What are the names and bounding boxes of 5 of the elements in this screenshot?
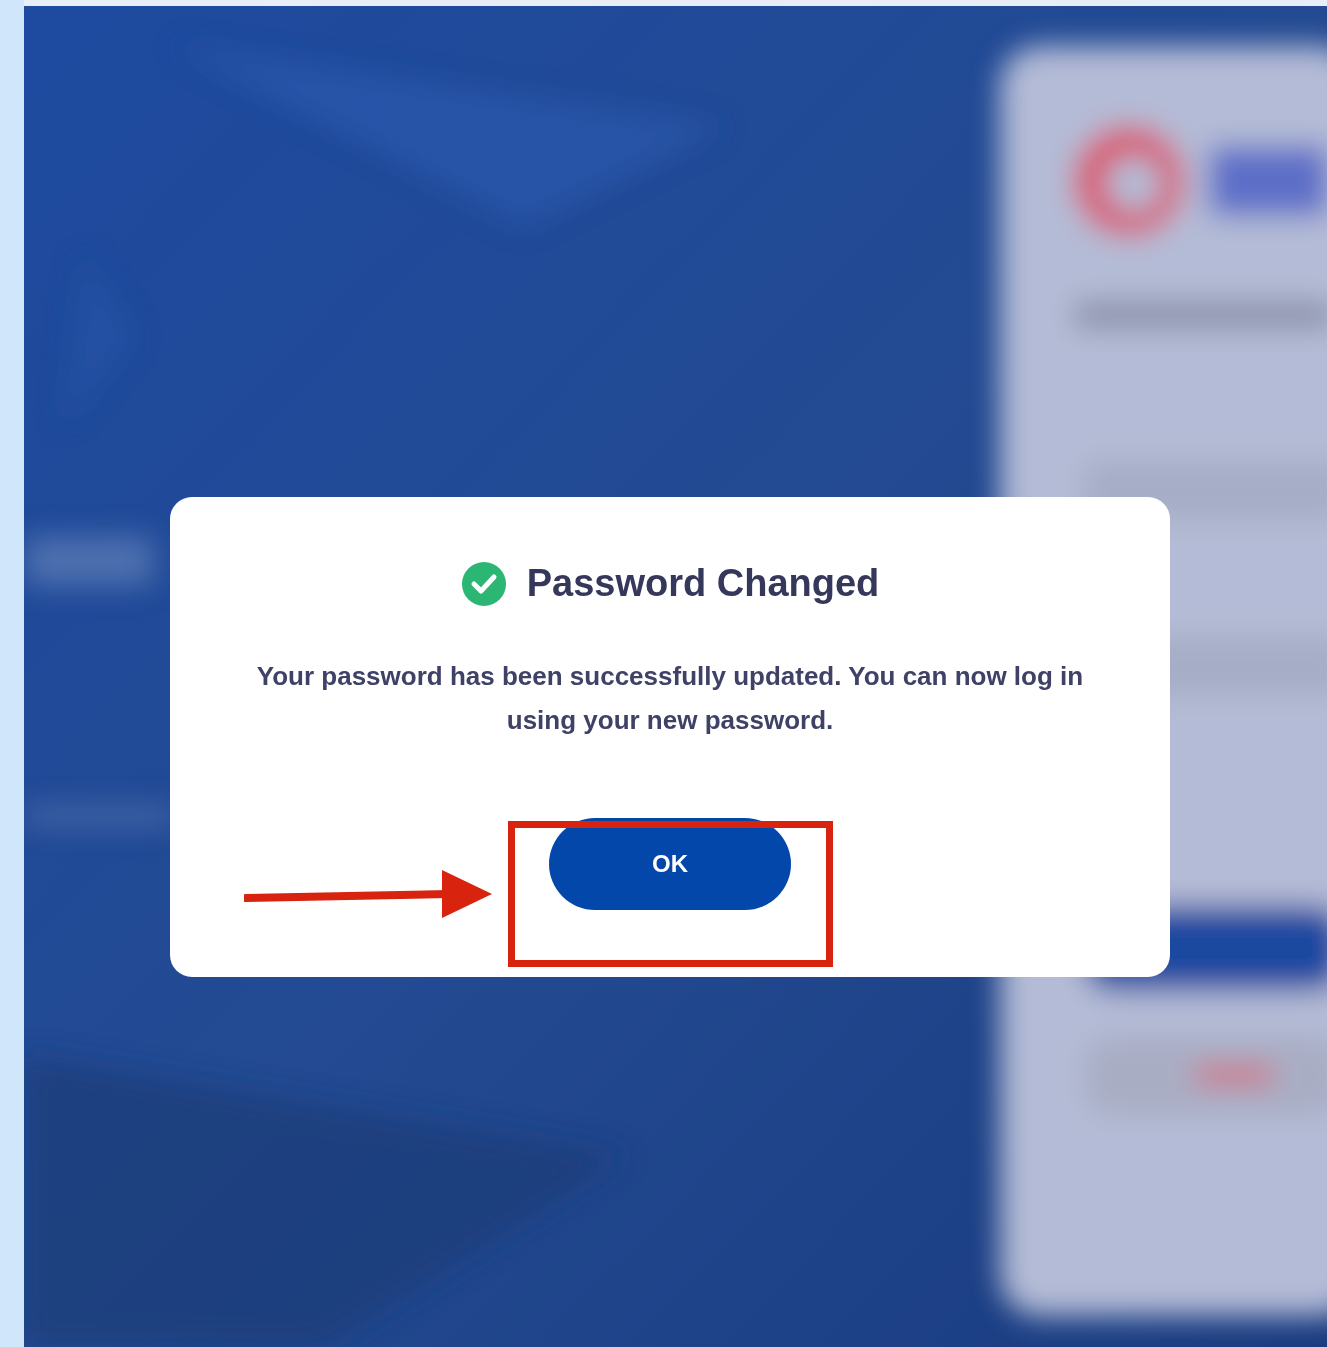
ok-button[interactable]: OK — [549, 818, 791, 910]
dialog-title: Password Changed — [526, 561, 880, 606]
dialog-message: Your password has been successfully updated. You can now log in using your new password. — [255, 660, 1085, 737]
check-circle-icon — [460, 560, 507, 607]
arrow-icon — [244, 868, 494, 920]
